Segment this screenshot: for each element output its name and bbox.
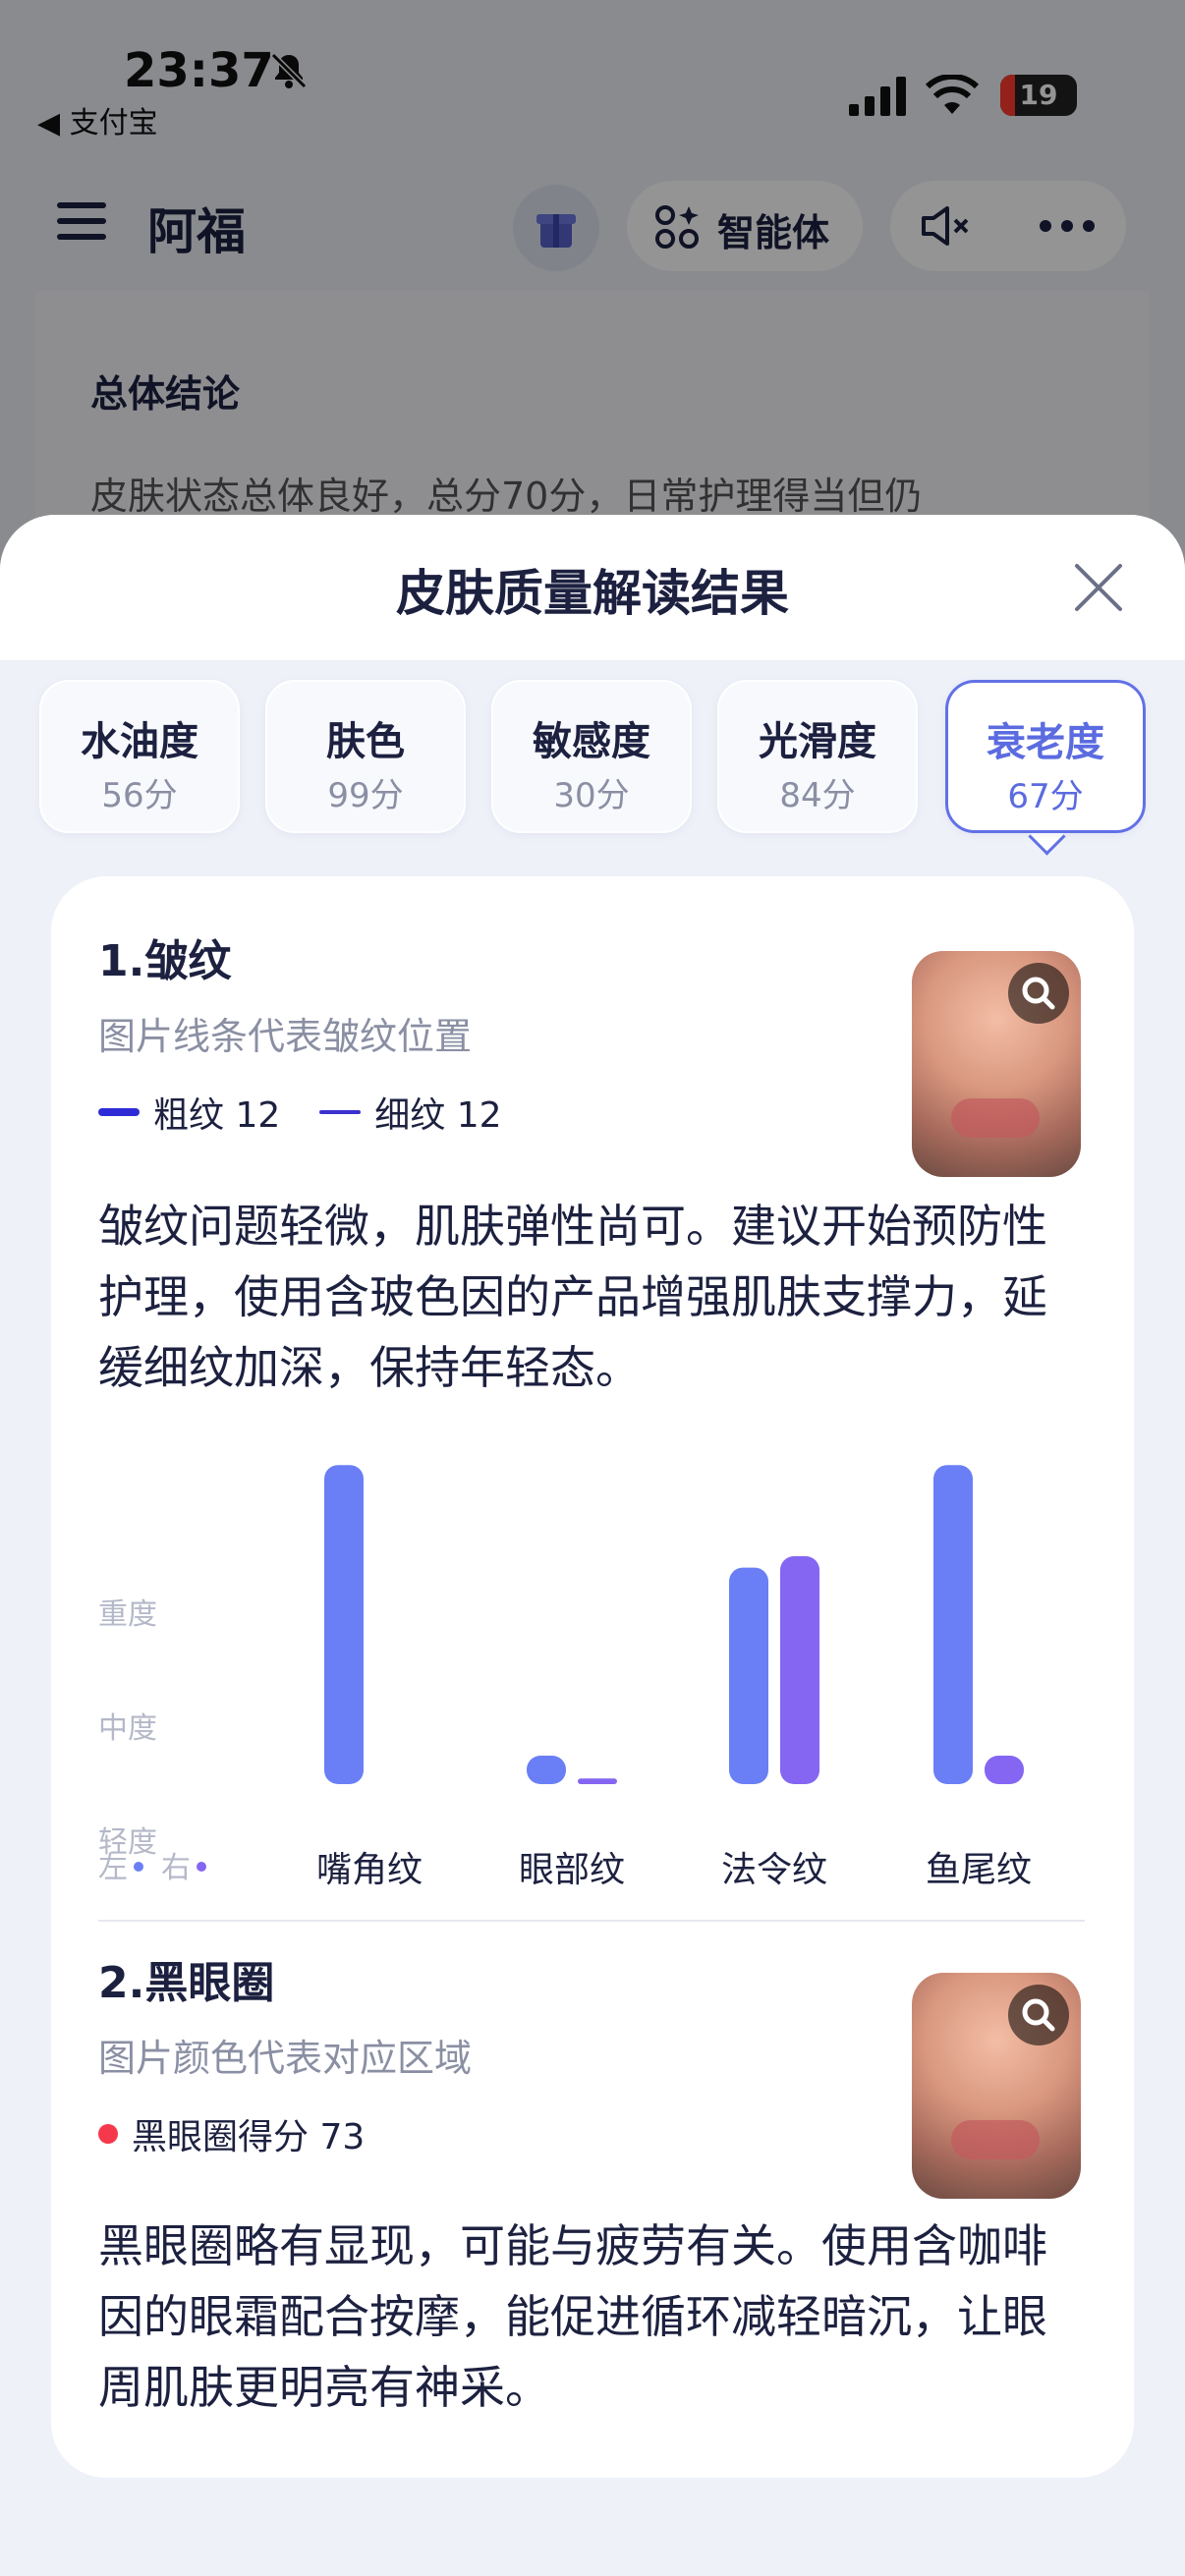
right-side-label: 右	[161, 1851, 191, 1885]
tab-oil[interactable]: 水油度 56分	[39, 680, 240, 833]
left-side-label: 左	[98, 1851, 128, 1885]
tab-smoothness[interactable]: 光滑度 84分	[717, 680, 918, 833]
tab-name: 肤色	[326, 719, 405, 764]
tab-score: 67分	[1007, 777, 1084, 816]
tab-name: 光滑度	[759, 719, 876, 764]
y-level-label: 中度	[98, 1711, 157, 1746]
skin-result-sheet: 皮肤质量解读结果 水油度 56分 肤色 99分 敏感度 30分 光滑度 84分 …	[0, 515, 1185, 2576]
bar-left-2	[729, 1567, 768, 1784]
side-legend: 左右	[98, 1843, 224, 1886]
dark-circle-face-thumbnail[interactable]	[912, 1973, 1081, 2199]
dark-circle-description: 黑眼圈略有显现，可能与疲劳有关。使用含咖啡因的眼霜配合按摩，能促进循环减轻暗沉，…	[98, 2219, 1047, 2414]
category-label: 法令纹	[720, 1850, 827, 1890]
category-label: 鱼尾纹	[925, 1850, 1032, 1890]
bar-left-0	[324, 1465, 364, 1784]
tab-score: 30分	[553, 776, 630, 815]
wrinkle-chart	[324, 1465, 1024, 1784]
category-label: 眼部纹	[518, 1850, 625, 1890]
bar-left-3	[933, 1465, 973, 1784]
y-level-label: 重度	[98, 1597, 157, 1632]
aging-result-card: 1.皱纹 图片线条代表皱纹位置 粗纹 12 细纹 12 皱纹问题轻微，肌肤弹性尚…	[51, 876, 1134, 2478]
tab-name: 敏感度	[533, 719, 650, 764]
dark-circle-legend: 黑眼圈得分 73	[98, 2108, 365, 2159]
bar-left-1	[527, 1756, 566, 1784]
tab-name: 衰老度	[987, 720, 1104, 765]
section-divider	[98, 1920, 1085, 1922]
category-label: 嘴角纹	[315, 1850, 423, 1890]
left-side-dot	[134, 1862, 143, 1872]
zoom-button[interactable]	[1008, 1985, 1069, 2045]
bar-right-3	[985, 1756, 1024, 1784]
dark-circle-legend-dot	[98, 2124, 118, 2144]
sheet-header: 皮肤质量解读结果	[0, 515, 1185, 660]
dark-circle-title: 2.黑眼圈	[98, 1958, 275, 2008]
bar-right-1	[578, 1778, 617, 1784]
tab-score: 84分	[779, 776, 856, 815]
right-side-dot	[197, 1862, 206, 1872]
sheet-title: 皮肤质量解读结果	[396, 565, 789, 622]
tab-score: 99分	[327, 776, 404, 815]
dark-circle-subtitle: 图片颜色代表对应区域	[98, 2037, 473, 2080]
tab-sensitivity[interactable]: 敏感度 30分	[491, 680, 692, 833]
search-icon	[1022, 1998, 1055, 2032]
tab-score: 56分	[101, 776, 178, 815]
tab-aging[interactable]: 衰老度 67分	[945, 680, 1146, 833]
bar-right-2	[780, 1556, 819, 1784]
tab-name: 水油度	[81, 719, 198, 764]
dark-circle-score: 黑眼圈得分 73	[132, 2117, 366, 2157]
close-icon[interactable]	[1069, 558, 1128, 617]
tab-skin-tone[interactable]: 肤色 99分	[265, 680, 466, 833]
